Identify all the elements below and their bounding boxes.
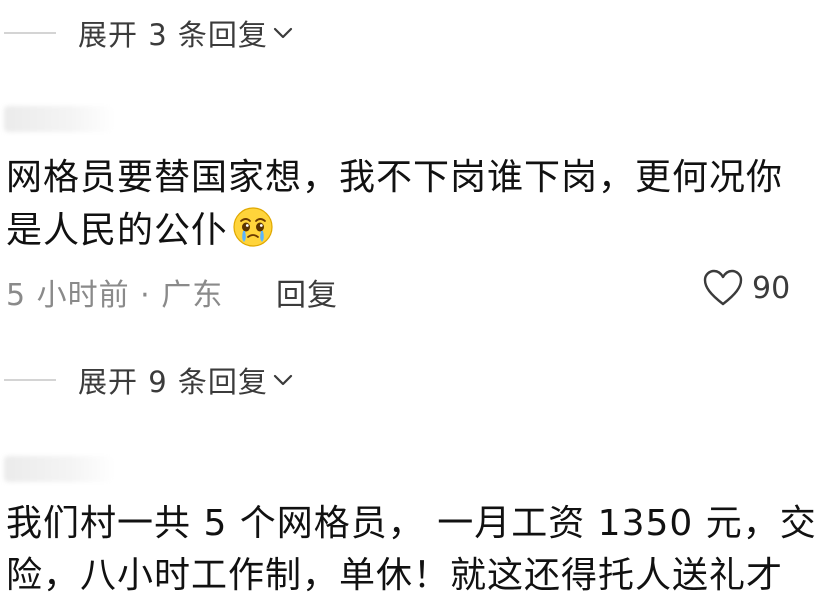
username-redacted [4,106,114,132]
expand-replies-row-2[interactable]: 展开 9 条回复 [0,355,294,405]
comment-text: 我们村一共 5 个网格员， 一月工资 1350 元，交 [6,503,817,544]
heart-icon [703,269,743,306]
comment-text: 是人民的公仆 [6,210,229,251]
comment-text: 网格员要替国家想，我不下岗谁下岗，更何况你 [6,157,784,198]
chevron-down-icon [273,374,292,386]
thread-divider-line [4,32,56,34]
comment-time-location: 5 小时前 · 广东 [6,278,224,313]
like-button[interactable]: 90 [702,268,790,308]
comment-text-line: 我们村一共 5 个网格员， 一月工资 1350 元，交 [6,500,817,548]
username-redacted [4,456,114,482]
comment-meta-row: 5 小时前 · 广东 回复 90 [6,268,816,314]
comment-text-line: 是人民的公仆 [6,206,274,255]
expand-replies-label: 展开 3 条回复 [78,18,268,52]
expand-replies-row-1[interactable]: 展开 3 条回复 [0,8,294,58]
comment-text: 险，八小时工作制，单休！就这还得托人送礼才 [6,555,784,596]
comment-text-line: 网格员要替国家想，我不下岗谁下岗，更何况你 [6,154,783,202]
expand-replies-button[interactable]: 展开 3 条回复 [78,12,294,54]
crying-face-emoji-icon [233,207,273,247]
chevron-down-icon [273,27,292,39]
expand-replies-label: 展开 9 条回复 [78,365,268,399]
reply-button[interactable]: 回复 [276,270,338,314]
comment-text-line: 险，八小时工作制，单休！就这还得托人送礼才 [6,552,783,600]
expand-replies-button[interactable]: 展开 9 条回复 [78,359,294,401]
like-count: 90 [752,270,791,306]
thread-divider-line [4,379,56,381]
